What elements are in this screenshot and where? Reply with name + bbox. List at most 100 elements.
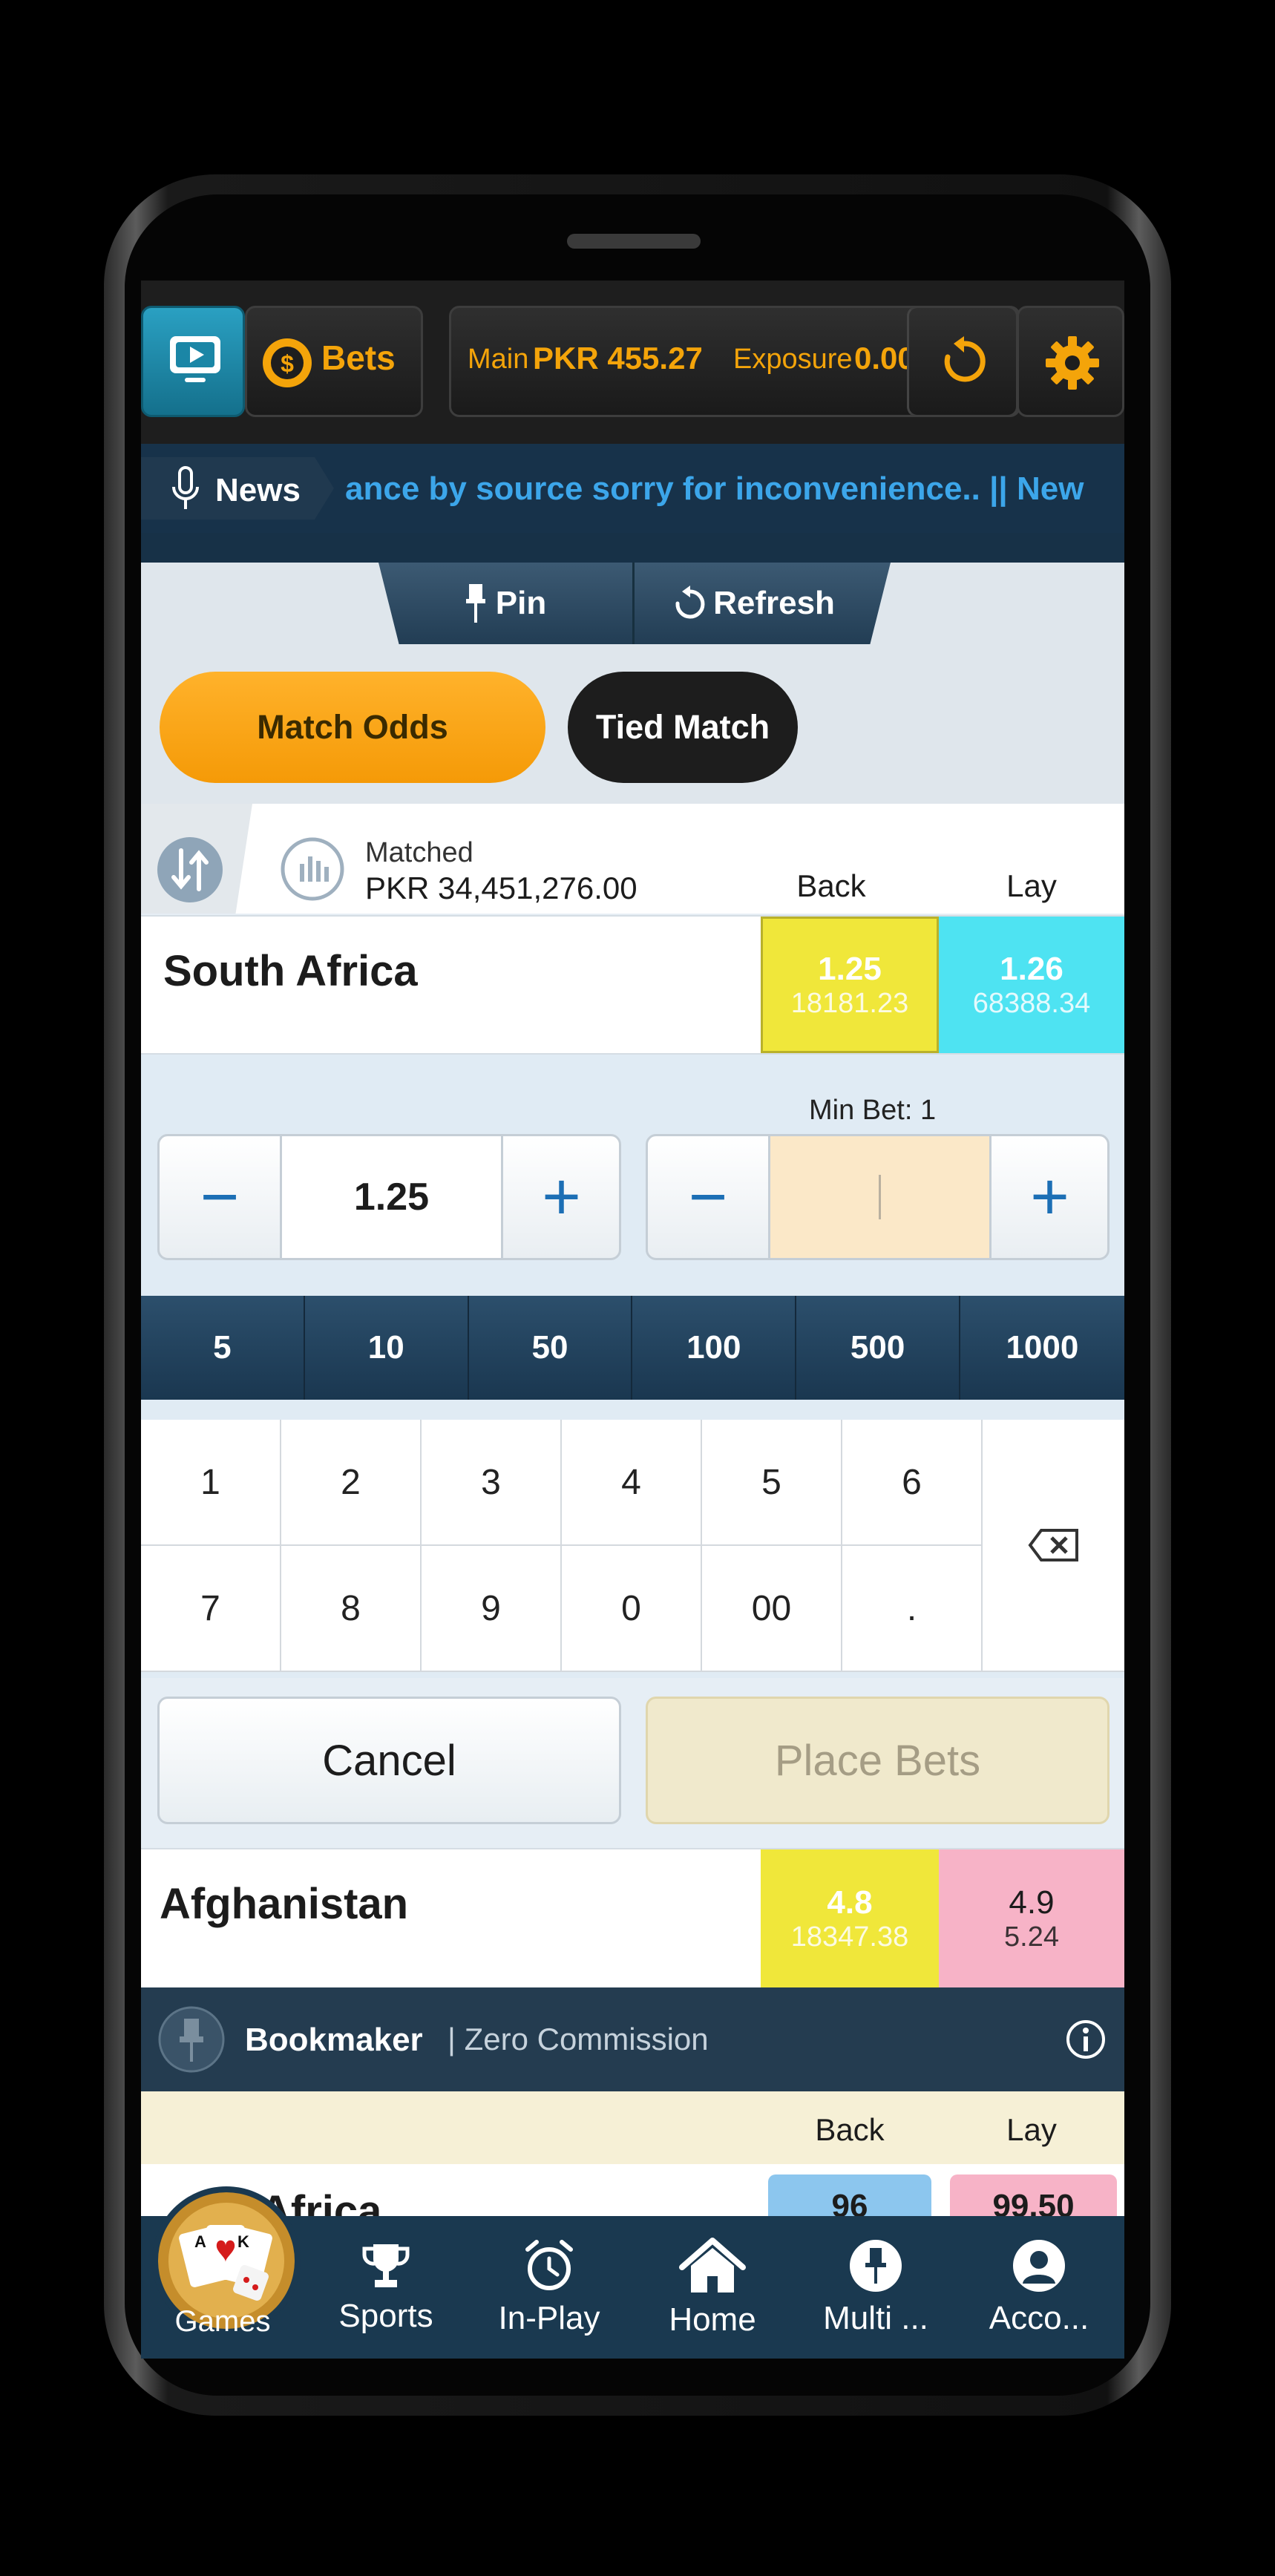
gear-icon (1046, 336, 1099, 390)
odds-stepper: − 1.25 + (157, 1134, 621, 1260)
key-decimal[interactable]: . (842, 1546, 983, 1672)
top-bar: $ Bets Main PKR 455.27 Exposure 0.00 (141, 281, 1124, 444)
min-bet: Min Bet: 1 (809, 1095, 936, 1127)
place-bets-button[interactable]: Place Bets (646, 1697, 1110, 1824)
home-icon (679, 2238, 746, 2292)
runner-row-afghanistan: Afghanistan 4.8 18347.38 4.9 5.24 (141, 1848, 1124, 1987)
key-4[interactable]: 4 (562, 1420, 702, 1546)
nav-games-label: Games (174, 2305, 271, 2338)
pin-icon[interactable] (157, 2005, 226, 2074)
bookmaker-columns: Back Lay (141, 2091, 1124, 2164)
user-icon (1013, 2240, 1065, 2292)
chip-5[interactable]: 5 (141, 1296, 305, 1400)
lay-odds-cell[interactable]: 4.9 5.24 (939, 1849, 1124, 1987)
main-balance-label: Main (468, 344, 529, 375)
sort-icon[interactable] (156, 836, 224, 904)
news-divider (141, 533, 1124, 563)
key-8[interactable]: 8 (281, 1546, 422, 1672)
bookmaker-header: Bookmaker | Zero Commission (141, 1987, 1124, 2091)
key-0[interactable]: 0 (562, 1546, 702, 1672)
bets-button[interactable]: $ Bets (245, 306, 423, 417)
trophy-icon (362, 2244, 410, 2287)
tab-tied-match[interactable]: Tied Match (568, 672, 798, 783)
pin-button[interactable]: Pin (378, 563, 635, 644)
pin-icon (850, 2240, 902, 2292)
clock-icon (525, 2240, 573, 2290)
microphone-icon (172, 466, 199, 509)
info-icon[interactable] (1065, 2019, 1107, 2060)
stake-decrease-button[interactable]: − (648, 1136, 770, 1258)
key-7[interactable]: 7 (141, 1546, 281, 1672)
nav-in-play-label: In-Play (498, 2300, 600, 2336)
nav-home[interactable]: Home (631, 2216, 794, 2359)
chip-100[interactable]: 100 (632, 1296, 797, 1400)
nav-sports[interactable]: Sports (304, 2216, 468, 2359)
coin-icon: $ (263, 338, 312, 387)
nav-home-label: Home (669, 2301, 756, 2338)
settings-button[interactable] (1017, 306, 1124, 417)
stake-input[interactable] (770, 1136, 989, 1258)
main-balance-value: PKR 455.27 (533, 341, 703, 376)
lay-size: 68388.34 (972, 987, 1091, 1019)
chip-50[interactable]: 50 (469, 1296, 633, 1400)
svg-text:K: K (237, 2232, 249, 2251)
chip-1000[interactable]: 1000 (960, 1296, 1124, 1400)
nav-games[interactable]: A K Games (141, 2186, 304, 2359)
stake-increase-button[interactable]: + (989, 1136, 1108, 1258)
cancel-button[interactable]: Cancel (157, 1697, 621, 1824)
tv-icon (170, 336, 220, 382)
chart-icon (281, 837, 344, 901)
odds-input[interactable]: 1.25 (282, 1136, 501, 1258)
news-ticker[interactable]: ance by source sorry for inconvenience..… (345, 471, 1084, 508)
bookmaker-lay-header: Lay (1006, 2112, 1057, 2147)
key-00[interactable]: 00 (702, 1546, 842, 1672)
key-5[interactable]: 5 (702, 1420, 842, 1546)
refresh-label: Refresh (713, 585, 835, 621)
app-screen: $ Bets Main PKR 455.27 Exposure 0.00 New… (141, 281, 1124, 2359)
refresh-balance-button[interactable] (907, 306, 1018, 417)
tab-match-odds[interactable]: Match Odds (160, 672, 545, 783)
phone-speaker (567, 234, 701, 249)
key-9[interactable]: 9 (422, 1546, 562, 1672)
back-price: 1.25 (818, 950, 882, 987)
lay-odds-cell[interactable]: 1.26 68388.34 (939, 917, 1124, 1053)
news-label: News (215, 472, 301, 508)
pin-label: Pin (495, 585, 547, 621)
odds-increase-button[interactable]: + (501, 1136, 620, 1258)
nav-multi-markets-label: Multi ... (823, 2300, 928, 2336)
back-size: 18347.38 (790, 1921, 909, 1953)
key-6[interactable]: 6 (842, 1420, 983, 1546)
backspace-button[interactable] (983, 1420, 1124, 1672)
chip-10[interactable]: 10 (305, 1296, 469, 1400)
refresh-icon (944, 336, 986, 382)
back-price: 4.8 (827, 1884, 873, 1921)
nav-in-play[interactable]: In-Play (468, 2216, 631, 2359)
key-1[interactable]: 1 (141, 1420, 281, 1546)
market-toolbar: Pin Refresh (378, 563, 891, 644)
nav-sports-label: Sports (338, 2298, 433, 2334)
chip-500[interactable]: 500 (796, 1296, 960, 1400)
pin-icon (465, 584, 485, 623)
key-3[interactable]: 3 (422, 1420, 562, 1546)
min-bet-value: 1 (920, 1095, 937, 1126)
lay-size: 5.24 (1004, 1921, 1059, 1953)
live-tv-button[interactable] (141, 306, 245, 417)
stake-chips: 5 10 50 100 500 1000 (141, 1296, 1124, 1400)
bets-label: Bets (321, 338, 396, 377)
svg-text:$: $ (281, 350, 294, 377)
backspace-icon (1028, 1529, 1078, 1561)
back-odds-cell[interactable]: 1.25 18181.23 (761, 917, 939, 1053)
nav-account[interactable]: Acco... (957, 2216, 1121, 2359)
refresh-icon (675, 586, 705, 619)
back-odds-cell[interactable]: 4.8 18347.38 (761, 1849, 939, 1987)
key-2[interactable]: 2 (281, 1420, 422, 1546)
exposure-label: Exposure (733, 344, 853, 375)
text-cursor (879, 1175, 881, 1219)
back-header: Back (796, 868, 866, 903)
nav-multi-markets[interactable]: Multi ... (794, 2216, 957, 2359)
refresh-button[interactable]: Refresh (635, 563, 872, 644)
odds-decrease-button[interactable]: − (160, 1136, 282, 1258)
bottom-nav: A K Games Sports In-Play Home Multi ... … (141, 2186, 1124, 2359)
news-bar: News ance by source sorry for inconvenie… (141, 444, 1124, 533)
runner-row-south-africa: South Africa 1.25 18181.23 1.26 68388.34 (141, 915, 1124, 1055)
